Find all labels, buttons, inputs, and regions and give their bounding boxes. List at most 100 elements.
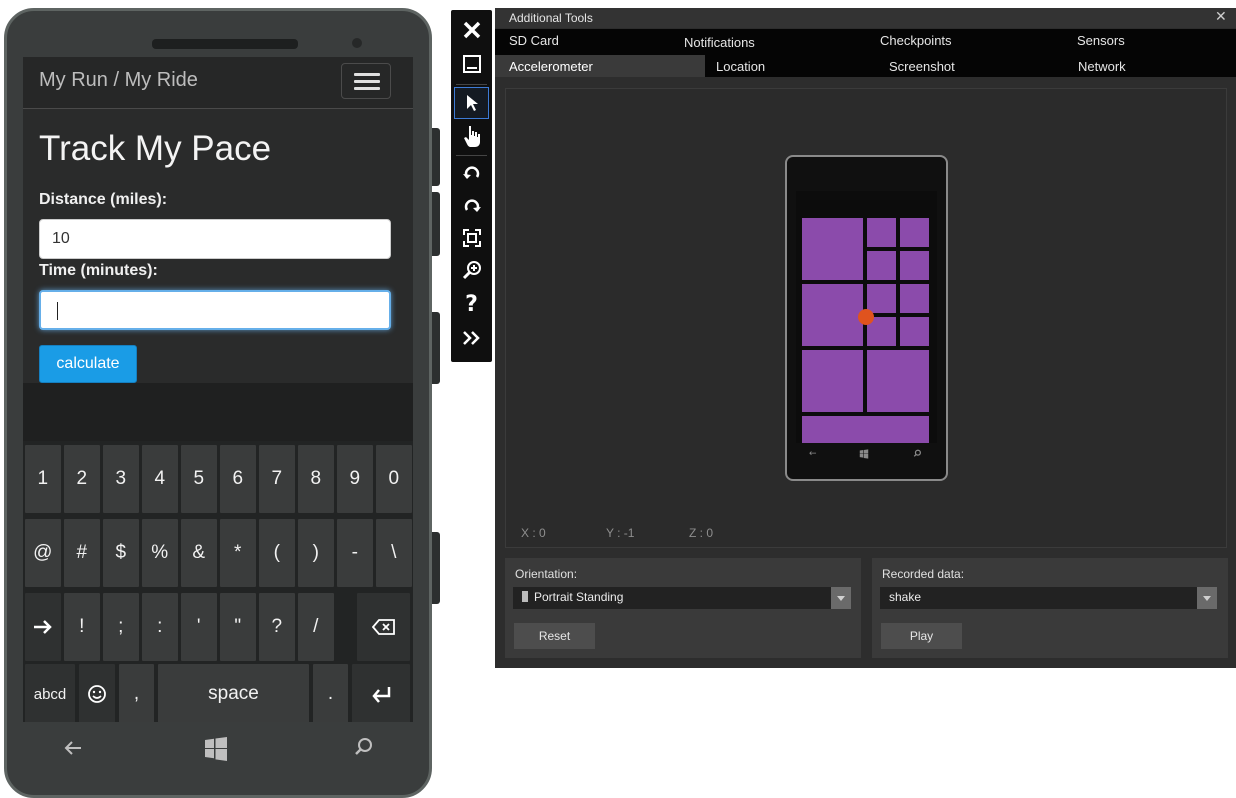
tab-location[interactable]: Location [716, 55, 816, 77]
key[interactable]: \ [376, 519, 412, 587]
enter-icon [372, 687, 391, 703]
key[interactable]: 6 [220, 445, 256, 513]
minimize-button[interactable] [454, 48, 489, 80]
calculate-button[interactable]: calculate [39, 345, 137, 383]
orientation-select[interactable]: Portrait Standing [513, 587, 851, 609]
tab-network[interactable]: Network [1078, 55, 1178, 77]
close-icon[interactable]: ✕ [1215, 9, 1227, 25]
fit-to-screen-button[interactable] [454, 222, 489, 254]
help-button[interactable]: ? [454, 288, 489, 320]
emulator-toolbar: ? [451, 10, 492, 362]
search-icon[interactable] [353, 736, 375, 762]
key[interactable]: 1 [25, 445, 61, 513]
hamburger-menu-button[interactable] [341, 63, 391, 99]
key[interactable]: 8 [298, 445, 334, 513]
key[interactable]: & [181, 519, 217, 587]
orientation-value: Portrait Standing [534, 590, 624, 604]
soft-keyboard: 1 2 3 4 5 6 7 8 9 0 @ # $% & *() - \!;: ' "? / abcd, space. [23, 383, 413, 722]
start-tile [802, 416, 929, 443]
key[interactable]: " [220, 593, 256, 661]
chevron-down-icon[interactable] [1197, 587, 1217, 609]
power-hw-button[interactable] [432, 312, 440, 384]
key[interactable]: 9 [337, 445, 373, 513]
phone-camera [352, 38, 362, 48]
zoom-button[interactable] [454, 254, 489, 286]
window-title: Additional Tools [509, 11, 593, 25]
enter-key[interactable] [352, 664, 410, 722]
key[interactable]: 3 [103, 445, 139, 513]
key[interactable]: : [142, 593, 178, 661]
rotate-right-button[interactable] [454, 190, 489, 222]
backspace-icon [371, 619, 395, 635]
key[interactable]: 0 [376, 445, 412, 513]
fit-screen-icon [462, 229, 481, 247]
tab-sd-card[interactable]: SD Card [495, 29, 705, 51]
rotate-left-icon [462, 166, 479, 179]
key[interactable]: ? [259, 593, 295, 661]
help-icon: ? [465, 291, 478, 317]
key[interactable]: ! [64, 593, 100, 661]
key[interactable]: # [64, 519, 100, 587]
comma-key[interactable]: , [119, 664, 154, 722]
chevron-down-icon[interactable] [831, 587, 851, 609]
accelerometer-phone-model[interactable]: ← [785, 155, 948, 481]
y-readout: Y : -1 [606, 526, 635, 540]
distance-input[interactable] [39, 219, 391, 259]
volume-up-hw-button[interactable] [432, 128, 440, 186]
key[interactable]: % [142, 519, 178, 587]
backspace-key[interactable] [357, 593, 410, 661]
key[interactable]: ( [259, 519, 295, 587]
phone-screen: My Run / My Ride Track My Pace Distance … [23, 57, 413, 722]
emoji-key[interactable] [79, 664, 115, 722]
touch-mode-button[interactable] [454, 120, 489, 152]
key[interactable]: ; [103, 593, 139, 661]
period-key[interactable]: . [313, 664, 348, 722]
volume-down-hw-button[interactable] [432, 192, 440, 256]
abcd-mode-key[interactable]: abcd [25, 664, 75, 722]
key[interactable]: 5 [181, 445, 217, 513]
reset-button[interactable]: Reset [514, 623, 595, 649]
select-mode-button[interactable] [454, 87, 489, 119]
back-icon[interactable] [61, 736, 85, 764]
key[interactable]: $ [103, 519, 139, 587]
key[interactable]: ' [181, 593, 217, 661]
key[interactable]: 2 [64, 445, 100, 513]
key[interactable]: - [337, 519, 373, 587]
tab-screenshot[interactable]: Screenshot [889, 55, 989, 77]
x-readout: X : 0 [521, 526, 546, 540]
distance-label: Distance (miles): [39, 191, 168, 208]
space-key[interactable]: space [158, 664, 309, 722]
recorded-data-value: shake [889, 590, 922, 604]
key[interactable]: / [298, 593, 334, 661]
start-tile [900, 251, 929, 280]
tab-notifications[interactable]: Notifications [684, 31, 804, 53]
app-header: My Run / My Ride [23, 57, 413, 109]
key[interactable]: 4 [142, 445, 178, 513]
key[interactable]: ) [298, 519, 334, 587]
text-caret [57, 302, 58, 320]
camera-hw-button[interactable] [432, 532, 440, 604]
tab-accelerometer[interactable]: Accelerometer [495, 55, 705, 77]
windows-start-icon[interactable] [203, 736, 229, 766]
start-tile [802, 218, 863, 280]
play-button[interactable]: Play [881, 623, 962, 649]
keyboard-suggestion-bar [23, 383, 413, 441]
phone-earpiece [152, 39, 298, 49]
close-emulator-button[interactable] [454, 14, 489, 46]
phone-icon [522, 591, 528, 602]
key[interactable]: * [220, 519, 256, 587]
additional-tools-window: Additional Tools ✕ SD Card Notifications… [495, 8, 1236, 668]
key[interactable]: 7 [259, 445, 295, 513]
accelerometer-handle[interactable] [858, 309, 874, 325]
recorded-data-select[interactable]: shake [880, 587, 1217, 609]
tab-sensors[interactable]: Sensors [1077, 29, 1177, 51]
smiley-icon [88, 685, 106, 703]
additional-tools-button[interactable] [454, 322, 489, 354]
app-title: My Run / My Ride [39, 69, 198, 91]
tab-checkpoints[interactable]: Checkpoints [880, 29, 1000, 51]
rotate-left-button[interactable] [454, 157, 489, 189]
next-arrow-key[interactable] [25, 593, 61, 661]
key[interactable]: @ [25, 519, 61, 587]
time-input[interactable] [39, 290, 391, 330]
menu-icon [354, 73, 380, 76]
